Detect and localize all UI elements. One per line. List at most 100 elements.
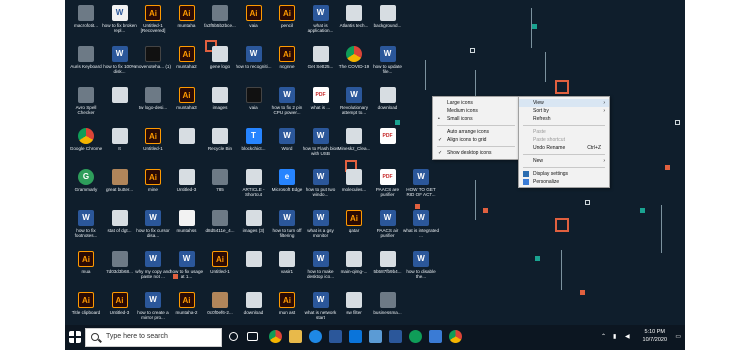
taskbar-search-input[interactable]: Type here to search	[85, 328, 222, 347]
desktop-icon[interactable]: Whow to fix 2 pin CPU power...	[269, 84, 305, 129]
app-icon[interactable]	[389, 330, 402, 343]
desktop-icon[interactable]: Whow to fix footnotes...	[68, 207, 104, 252]
desktop-icon[interactable]: Whow to disable the...	[403, 248, 439, 293]
desktop-icon[interactable]: Wwhat is application...	[303, 2, 339, 47]
desktop-icon[interactable]: Untitled-3	[169, 166, 205, 211]
desktop-icon[interactable]: main-qimg-...	[336, 248, 372, 293]
notification-icon[interactable]: ▭	[675, 333, 681, 340]
desktop-icon[interactable]: tw logo-desi...	[135, 84, 171, 129]
menu-item-display-settings[interactable]: Display settings	[519, 170, 609, 178]
desktop-icon[interactable]: muntahss	[169, 207, 205, 252]
desktop-icon[interactable]: Whow to Flash bios with USB	[303, 125, 339, 170]
desktop-icon[interactable]: macrofotit...	[68, 2, 104, 47]
desktop-icon[interactable]: 5b587fb9b4...	[370, 248, 406, 293]
desktop-icon[interactable]: Wwhat is integrated ...	[403, 207, 439, 252]
menu-item-auto-arrange[interactable]: Auto arrange icons	[433, 128, 519, 136]
word-taskbar-icon[interactable]	[329, 330, 342, 343]
desktop-icon[interactable]: Wwhat is a gsy monitor	[303, 207, 339, 252]
desktop-icon[interactable]: Whow to fix broken repl...	[102, 2, 138, 47]
desktop-icon[interactable]: PDF PAACS are purifier	[370, 166, 406, 211]
desktop-icon[interactable]: Whow to turn off filtering	[269, 207, 305, 252]
desktop-icon[interactable]: stat of dgt...	[102, 207, 138, 252]
desktop-icon[interactable]: 785	[202, 166, 238, 211]
desktop-icon[interactable]: W PAACS air purifier	[370, 207, 406, 252]
desktop-icon[interactable]: Mineskz_Clea...	[336, 125, 372, 170]
desktop-icon[interactable]: Whow to fix cursor disa...	[135, 207, 171, 252]
menu-item-paste[interactable]: Paste	[519, 128, 609, 136]
desktop-icon[interactable]: W HOW TO GET RID OF ACT...	[403, 166, 439, 211]
desktop-icon[interactable]: Whow to update file...	[370, 43, 406, 88]
desktop-icon[interactable]: Whow to make desktop ico...	[303, 248, 339, 293]
network-icon[interactable]: ▮	[613, 333, 616, 340]
desktop-icon[interactable]: PDF what is ...	[303, 84, 339, 129]
desktop-icon[interactable]: fa3f5b5b2bce...	[202, 2, 238, 47]
desktop-icon[interactable]: Whow to fix usage at 1...	[169, 248, 205, 293]
desktop-icon[interactable]: Ai mine	[135, 166, 171, 211]
desktop-icon[interactable]: Ai Untitled-1	[202, 248, 238, 293]
desktop-icon[interactable]: Ai vaia	[236, 2, 272, 47]
desktop-icon[interactable]: Ai muntaha	[169, 2, 205, 47]
app-icon[interactable]	[429, 330, 442, 343]
desktop-icon[interactable]: Get Sett25...	[303, 43, 339, 88]
menu-item-small-icons[interactable]: • Small icons	[433, 115, 519, 123]
menu-item-sort-by[interactable]: Sort by ›	[519, 107, 609, 115]
menu-item-new[interactable]: New ›	[519, 157, 609, 165]
store-icon[interactable]	[349, 330, 362, 343]
cortana-icon[interactable]	[229, 332, 238, 341]
task-view-icon[interactable]	[247, 332, 258, 341]
desktop-icon[interactable]: Ai muntaha3	[169, 84, 205, 129]
menu-item-large-icons[interactable]: Large icons	[433, 99, 519, 107]
desktop-icon[interactable]: movenoteha... (1)	[135, 43, 171, 88]
desktop-icon[interactable]: Avro Spell Checker	[68, 84, 104, 129]
desktop-icon[interactable]: Atlantis tech...	[336, 2, 372, 47]
desktop-icon[interactable]: vasir1	[269, 248, 305, 293]
desktop-icon[interactable]: G Grammarly	[68, 166, 104, 211]
chrome-taskbar-icon[interactable]	[269, 330, 282, 343]
menu-item-align-grid[interactable]: ✓ Align icons to grid	[433, 136, 519, 144]
desktop-icon[interactable]: Google Chrome	[68, 125, 104, 170]
desktop-icon[interactable]: molecules...	[336, 166, 372, 211]
app-icon[interactable]	[369, 330, 382, 343]
desktop-icon[interactable]: gene logo	[202, 43, 238, 88]
volume-icon[interactable]: ◀	[625, 333, 630, 340]
desktop-icon[interactable]: download	[370, 84, 406, 129]
desktop-icon[interactable]: Auris Keyboard	[68, 43, 104, 88]
menu-item-view[interactable]: View ›	[519, 99, 609, 107]
desktop-icon[interactable]: The COVID-19	[336, 43, 372, 88]
desktop-icon[interactable]: Whow to fix 100% disk...	[102, 43, 138, 88]
desktop-icon[interactable]: Whow to put two windo...	[303, 166, 339, 211]
desktop-icon[interactable]: Whow to recogniti...	[236, 43, 272, 88]
desktop-icon[interactable]: Ai Untitled-1 [Recovered]	[135, 2, 171, 47]
desktop-icon[interactable]	[236, 248, 272, 293]
desktop-icon[interactable]: ARTICLE - Shortcut	[236, 166, 272, 211]
desktop-icon[interactable]: PDF	[370, 125, 406, 170]
menu-item-refresh[interactable]: Refresh	[519, 115, 609, 123]
desktop-icon[interactable]: Ai mua	[68, 248, 104, 293]
desktop-icon[interactable]: vaia	[236, 84, 272, 129]
desktop-icon[interactable]: images	[202, 84, 238, 129]
desktop-icon[interactable]: W Revolutionary attempt to...	[336, 84, 372, 129]
desktop-icon[interactable]: Ai pencil	[269, 2, 305, 47]
menu-item-show-desktop-icons[interactable]: ✓ Show desktop icons	[433, 149, 519, 157]
desktop-icon[interactable]	[102, 84, 138, 129]
desktop-icon[interactable]	[169, 125, 205, 170]
desktop-icon[interactable]: Tblockchict...	[236, 125, 272, 170]
menu-item-personalize[interactable]: Personalize	[519, 178, 609, 186]
desktop-icon[interactable]: 7d03d3b68...	[102, 248, 138, 293]
desktop-icon[interactable]: It	[102, 125, 138, 170]
windows-start-icon[interactable]	[69, 331, 81, 343]
desktop-icon[interactable]: d8d5411e_4...	[202, 207, 238, 252]
desktop-icon[interactable]: W Word	[269, 125, 305, 170]
desktop-icon[interactable]: Ai Untitled-1	[135, 125, 171, 170]
menu-item-undo-rename[interactable]: Undo Rename Ctrl+Z	[519, 144, 609, 152]
desktop-icon[interactable]: Recycle Bin	[202, 125, 238, 170]
menu-item-paste-shortcut[interactable]: Paste shortcut	[519, 136, 609, 144]
chrome-taskbar-icon[interactable]	[449, 330, 462, 343]
desktop-icon[interactable]: Wwhy my copy and paste not ...	[135, 248, 171, 293]
desktop-icon[interactable]: background...	[370, 2, 406, 47]
desktop-icon[interactable]: Ai qatar	[336, 207, 372, 252]
desktop-icon[interactable]: Ai muntaha2	[169, 43, 205, 88]
edge-icon[interactable]	[309, 330, 322, 343]
app-icon[interactable]	[409, 330, 422, 343]
taskbar-clock[interactable]: 5:10 PM 10/7/2020	[643, 328, 667, 344]
